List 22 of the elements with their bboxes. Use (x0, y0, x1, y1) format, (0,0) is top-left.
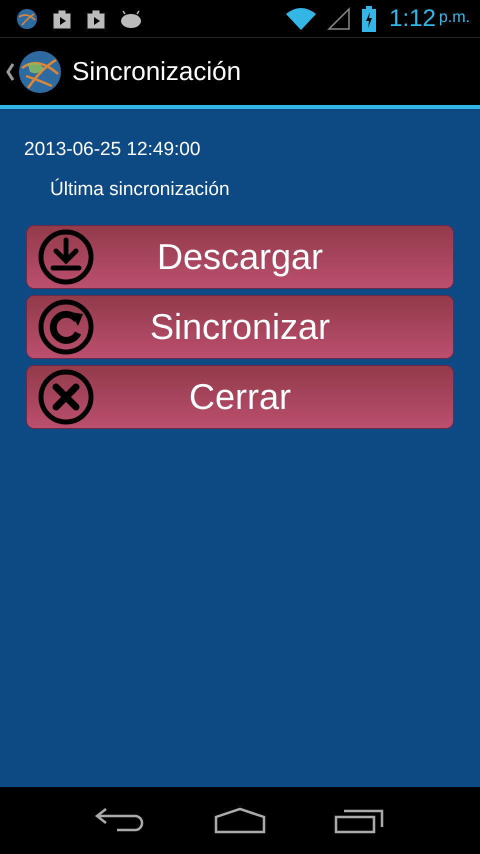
play-store-icon (86, 8, 106, 28)
home-icon[interactable] (214, 806, 266, 834)
play-store-icon (52, 8, 72, 28)
sync-label: Última sincronización (50, 179, 231, 201)
battery-icon (361, 6, 378, 32)
wifi-icon (285, 6, 318, 30)
globe-icon (16, 8, 38, 30)
clock-meridiem: p.m. (438, 8, 470, 26)
signal-icon (327, 6, 352, 30)
action-button[interactable]: Cerrar (26, 365, 454, 429)
back-icon[interactable] (94, 806, 146, 834)
back-caret-icon[interactable] (6, 62, 14, 80)
close-icon (37, 368, 95, 426)
action-button[interactable]: Sincronizar (26, 295, 454, 359)
download-icon (37, 228, 95, 286)
screen-title: Sincronización (72, 56, 242, 87)
android-icon (120, 10, 142, 28)
action-button[interactable]: Descargar (26, 225, 454, 289)
globe-logo-icon[interactable] (18, 50, 62, 94)
sync-date: 2013-06-25 12:49:00 (24, 139, 202, 161)
refresh-icon (37, 298, 95, 356)
clock-time: 1:12 (389, 4, 436, 32)
